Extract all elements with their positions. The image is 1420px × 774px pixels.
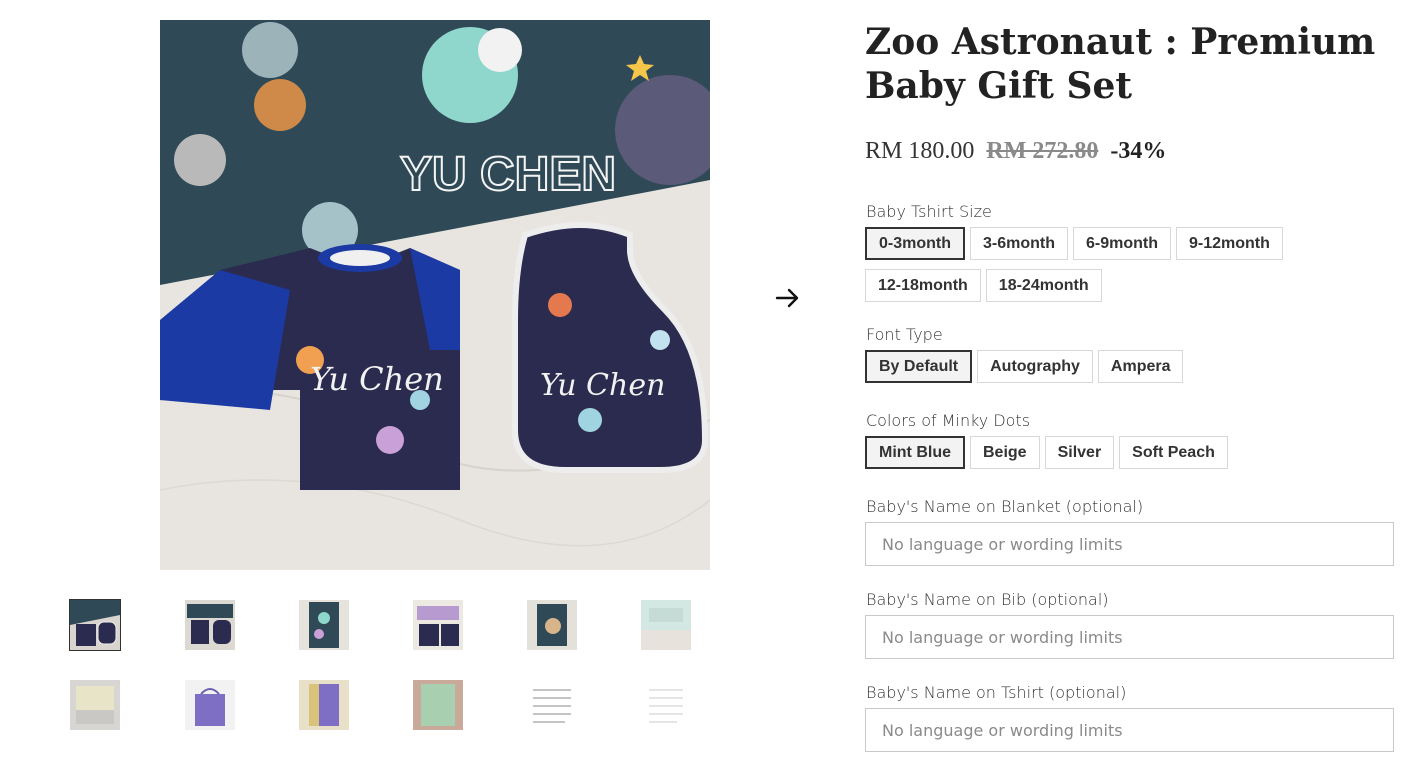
minky-colors-label: Colors of Minky Dots	[866, 411, 1031, 430]
size-option-0-3month[interactable]: 0-3month	[865, 227, 965, 260]
size-option-12-18month[interactable]: 12-18month	[865, 269, 981, 302]
font-option-ampera[interactable]: Ampera	[1097, 350, 1184, 383]
blanket-name-text: YU CHEN	[400, 148, 616, 201]
font-type-label: Font Type	[866, 325, 943, 344]
thumbnail-5[interactable]	[527, 600, 577, 650]
discount-badge: -34%	[1110, 138, 1167, 164]
thumbnail-2[interactable]	[185, 600, 235, 650]
color-option-soft-peach[interactable]: Soft Peach	[1119, 436, 1228, 469]
color-option-silver[interactable]: Silver	[1044, 436, 1115, 469]
minky-color-options: Mint Blue Beige Silver Soft Peach	[865, 436, 1228, 473]
tshirt-size-options: 0-3month 3-6month 6-9month 9-12month 12-…	[865, 227, 1305, 306]
shirt-name-text: Yu Chen	[310, 360, 444, 398]
thumbnail-10[interactable]	[413, 680, 463, 730]
original-price: RM 272.80	[986, 138, 1099, 164]
bib-name-label: Baby's Name on Bib (optional)	[866, 590, 1109, 609]
tshirt-name-input[interactable]	[865, 708, 1394, 752]
font-type-options: By Default Autography Ampera	[865, 350, 1184, 387]
blanket-name-label: Baby's Name on Blanket (optional)	[866, 497, 1144, 516]
bib-name-text: Yu Chen	[540, 368, 665, 403]
thumbnail-1[interactable]	[69, 599, 121, 651]
arrow-right-icon	[775, 288, 799, 308]
color-option-mint-blue[interactable]: Mint Blue	[865, 436, 965, 469]
size-option-3-6month[interactable]: 3-6month	[970, 227, 1068, 260]
blanket-name-input[interactable]	[865, 522, 1394, 566]
thumbnail-6[interactable]	[641, 600, 691, 650]
product-title: Zoo Astronaut : Premium Baby Gift Set	[865, 21, 1376, 107]
thumbnail-4[interactable]	[413, 600, 463, 650]
tshirt-name-label: Baby's Name on Tshirt (optional)	[866, 683, 1127, 702]
font-option-autography[interactable]: Autography	[977, 350, 1093, 383]
thumbnail-8[interactable]	[185, 680, 235, 730]
next-image-arrow[interactable]	[770, 283, 806, 313]
thumbnail-11[interactable]	[527, 680, 577, 730]
tshirt-size-label: Baby Tshirt Size	[866, 202, 992, 221]
size-option-18-24month[interactable]: 18-24month	[985, 269, 1102, 302]
size-option-6-9month[interactable]: 6-9month	[1073, 227, 1171, 260]
current-price: RM 180.00	[865, 138, 975, 164]
bib-name-input[interactable]	[865, 615, 1394, 659]
thumbnail-3[interactable]	[299, 600, 349, 650]
font-option-by-default[interactable]: By Default	[865, 350, 973, 383]
thumbnail-9[interactable]	[299, 680, 349, 730]
main-product-image[interactable]: YU CHEN Yu Chen Yu Chen	[160, 20, 710, 570]
size-option-9-12month[interactable]: 9-12month	[1176, 227, 1283, 260]
price-row: RM 180.00 RM 272.80 -34%	[865, 138, 1166, 165]
color-option-beige[interactable]: Beige	[970, 436, 1040, 469]
thumbnail-12[interactable]	[641, 680, 691, 730]
product-photo: YU CHEN Yu Chen Yu Chen	[160, 20, 710, 570]
thumbnail-7[interactable]	[70, 680, 120, 730]
